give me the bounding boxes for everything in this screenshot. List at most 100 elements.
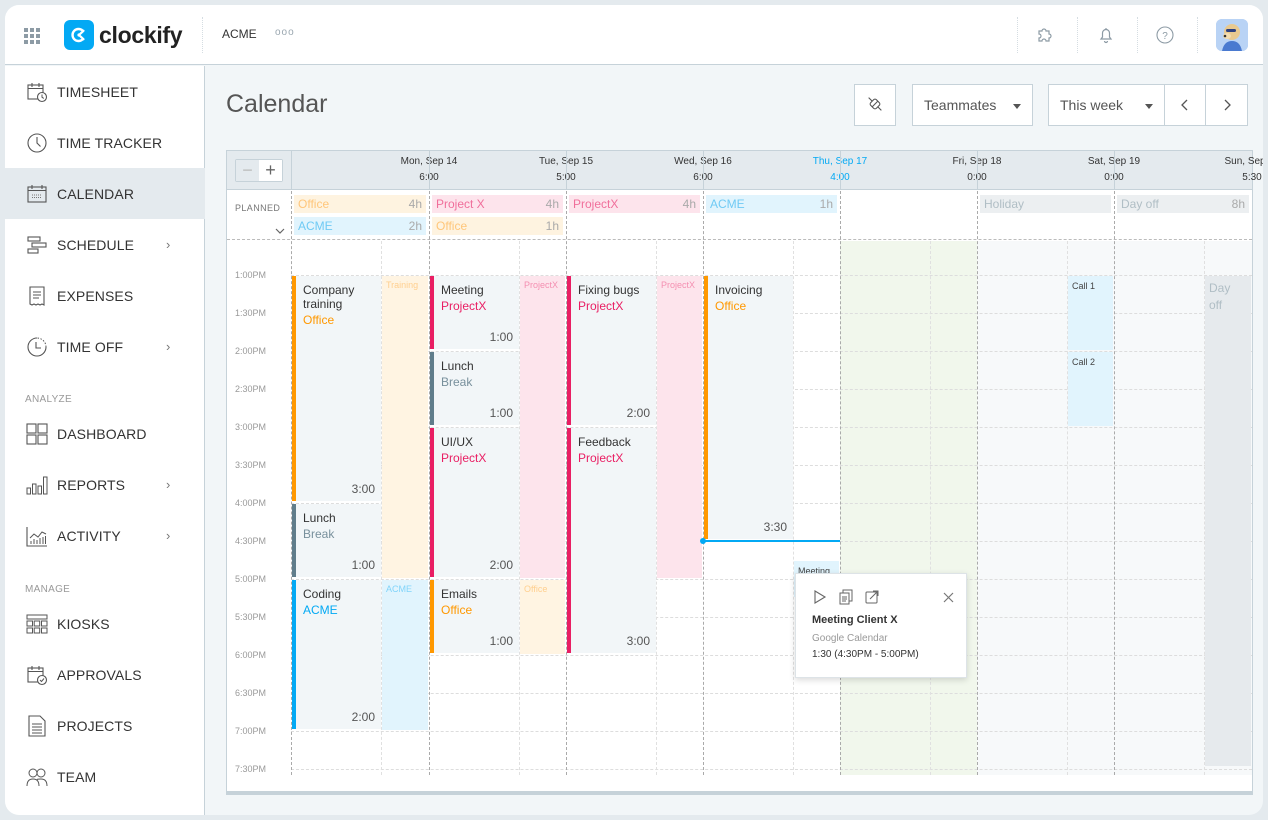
grid-line <box>291 731 1252 732</box>
friday-highlight <box>840 241 977 775</box>
time-label: 7:00PM <box>235 726 267 736</box>
scheduled-block[interactable]: ACME <box>382 580 428 730</box>
time-entry-description: Emails <box>441 587 478 601</box>
calendar-integration-button[interactable] <box>854 84 896 126</box>
sidebar-item-label: PROJECTS <box>57 717 133 734</box>
play-icon[interactable] <box>812 589 828 605</box>
calendar-event[interactable]: Call 1 <box>1068 276 1113 350</box>
sidebar-item-calendar[interactable]: CALENDAR <box>5 168 205 219</box>
app-grid-menu-icon[interactable] <box>24 28 40 44</box>
planned-expand-chevron-icon[interactable] <box>275 221 285 239</box>
day-header[interactable]: Mon, Sep 14 6:00 <box>291 151 457 190</box>
day-header[interactable]: Tue, Sep 15 5:00 <box>429 151 593 190</box>
help-icon[interactable]: ? <box>1152 22 1178 48</box>
time-entry[interactable]: Lunch Break 1:00 <box>292 504 381 577</box>
scheduled-block-label: Office <box>524 584 548 594</box>
zoom-out-button[interactable]: − <box>236 160 259 181</box>
calendar-event[interactable]: Call 2 <box>1068 352 1113 426</box>
time-entry[interactable]: Company training Office 3:00 <box>292 276 381 501</box>
planned-chip-name: Day off <box>1121 197 1159 211</box>
time-entry-description: Feedback <box>578 435 631 449</box>
time-entry-duration: 3:00 <box>351 482 375 496</box>
reports-icon <box>26 474 48 496</box>
time-entry[interactable]: Meeting ProjectX 1:00 <box>430 276 519 349</box>
user-avatar[interactable] <box>1216 19 1248 51</box>
day-total: 5:30 <box>1242 172 1262 183</box>
day-header[interactable]: Thu, Sep 17 4:00 <box>703 151 867 190</box>
chevron-right-icon: › <box>166 339 171 354</box>
planned-chip[interactable]: ProjectX 4h <box>569 195 700 213</box>
sidebar-item-activity[interactable]: ACTIVITY › <box>5 510 205 561</box>
sidebar-item-time-tracker[interactable]: TIME TRACKER <box>5 117 205 168</box>
sidebar-item-projects[interactable]: PROJECTS <box>5 700 205 751</box>
planned-chip-hours: 4h <box>682 197 696 211</box>
sidebar-item-timesheet[interactable]: TIMESHEET <box>5 66 205 117</box>
time-entry[interactable]: Fixing bugs ProjectX 2:00 <box>567 276 656 425</box>
copy-icon[interactable] <box>838 589 854 605</box>
clockify-logo[interactable]: clockify <box>64 20 183 50</box>
time-entry[interactable]: Coding ACME 2:00 <box>292 580 381 729</box>
sidebar-item-expenses[interactable]: EXPENSES <box>5 270 205 321</box>
day-off-label: Day off <box>1209 281 1231 312</box>
planned-chip-name: Project X <box>436 197 485 211</box>
popup-time: 1:30 (4:30PM - 5:00PM) <box>812 649 919 660</box>
scheduled-block[interactable]: ProjectX <box>520 276 565 578</box>
clockify-logo-icon <box>64 20 94 50</box>
divider <box>1137 17 1138 53</box>
scheduled-block[interactable]: Training <box>382 276 428 578</box>
zoom-in-button[interactable]: + <box>259 160 282 181</box>
time-entry-duration: 1:00 <box>489 330 513 344</box>
planned-chip[interactable]: Day off 8h <box>1117 195 1249 213</box>
top-bar: clockify ACME ooo ? <box>5 5 1263 65</box>
schedule-icon <box>26 234 48 256</box>
sidebar-item-kiosks[interactable]: KIOSKS <box>5 598 205 649</box>
sidebar-item-dashboard[interactable]: DASHBOARD <box>5 408 205 459</box>
time-entry[interactable]: UI/UX ProjectX 2:00 <box>430 428 519 577</box>
planned-chip[interactable]: Project X 4h <box>432 195 563 213</box>
previous-week-button[interactable] <box>1164 84 1206 126</box>
integrations-puzzle-icon[interactable] <box>1032 22 1058 48</box>
close-icon[interactable] <box>943 590 954 608</box>
day-header[interactable]: Wed, Sep 16 6:00 <box>566 151 732 190</box>
date-range-label: This week <box>1060 97 1124 113</box>
open-external-icon[interactable] <box>864 589 880 605</box>
sidebar-item-label: KIOSKS <box>57 615 110 632</box>
scheduled-block[interactable]: Office <box>520 580 565 654</box>
sidebar-item-time-off[interactable]: TIME OFF › <box>5 321 205 372</box>
date-range-dropdown[interactable]: This week <box>1048 84 1165 126</box>
planned-chip-hours: 8h <box>1231 197 1245 211</box>
time-entry-duration: 2:00 <box>489 558 513 572</box>
planned-chip[interactable]: Holiday <box>980 195 1111 213</box>
time-entry-description: Coding <box>303 587 342 601</box>
time-entry-project: Office <box>441 603 473 617</box>
notifications-bell-icon[interactable] <box>1093 22 1119 48</box>
day-header[interactable]: Sun, Sep 20 5:30 <box>1114 151 1263 190</box>
dashboard-icon <box>26 422 48 445</box>
next-week-button[interactable] <box>1205 84 1248 126</box>
time-entry[interactable]: Lunch Break 1:00 <box>430 352 519 425</box>
time-entry[interactable]: Invoicing Office 3:30 <box>704 276 793 539</box>
sidebar-item-team[interactable]: TEAM <box>5 751 205 802</box>
day-off-block: Day off <box>1205 276 1251 766</box>
sidebar-item-approvals[interactable]: APPROVALS <box>5 649 205 700</box>
planned-chip[interactable]: ACME 2h <box>294 217 426 235</box>
day-header[interactable]: Sat, Sep 19 0:00 <box>977 151 1140 190</box>
sidebar-item-schedule[interactable]: SCHEDULE › <box>5 219 205 270</box>
planned-chip[interactable]: Office 4h <box>294 195 426 213</box>
time-entry[interactable]: Emails Office 1:00 <box>430 580 519 653</box>
app-name: clockify <box>99 21 183 48</box>
time-entry-project: Office <box>303 313 335 327</box>
teammates-dropdown[interactable]: Teammates <box>912 84 1033 126</box>
sidebar-item-label: DASHBOARD <box>57 425 147 442</box>
workspace-more-icon[interactable]: ooo <box>275 27 295 38</box>
sidebar-item-reports[interactable]: REPORTS › <box>5 459 205 510</box>
workspace-name[interactable]: ACME <box>222 27 257 41</box>
day-header[interactable]: Fri, Sep 18 0:00 <box>840 151 1001 190</box>
scheduled-block[interactable]: ProjectX <box>657 276 702 578</box>
chevron-right-icon <box>1221 95 1233 116</box>
time-entry[interactable]: Feedback ProjectX 3:00 <box>567 428 656 653</box>
planned-chip[interactable]: ACME 1h <box>706 195 837 213</box>
planned-chip[interactable]: Office 1h <box>432 217 563 235</box>
time-entry-project: ProjectX <box>578 451 624 465</box>
grid-line <box>291 769 1252 770</box>
